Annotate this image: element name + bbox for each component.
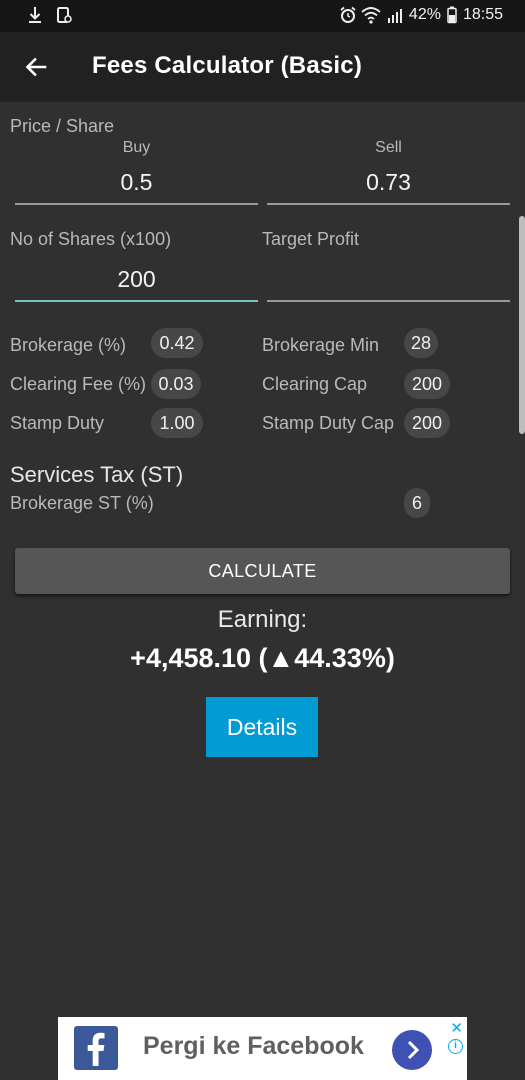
clearing-cap-input[interactable]: 200 [404,369,450,399]
battery-percent: 42% [408,6,441,23]
brokerage-min-input[interactable]: 28 [404,328,438,358]
scrollbar[interactable] [519,216,525,434]
ad-text: Pergi ke Facebook [143,1032,364,1060]
ad-banner[interactable]: Pergi ke Facebook ✕ i [58,1017,467,1080]
target-profit-input[interactable] [267,260,510,302]
clock: 18:55 [462,6,503,23]
brokerage-label: Brokerage (%) [10,335,127,355]
stamp-duty-cap-label: Stamp Duty Cap [262,413,395,433]
earning-value: +4,458.10 (▲44.33%) [130,643,395,673]
download-icon [28,6,44,24]
clearing-fee-input[interactable]: 0.03 [151,369,201,399]
arrow-left-icon [25,57,47,77]
sell-label: Sell [375,139,402,156]
stamp-duty-cap-input[interactable]: 200 [404,408,450,438]
price-share-label: Price / Share [10,116,115,136]
details-button[interactable]: Details [206,697,318,757]
brokerage-st-label: Brokerage ST (%) [10,493,154,513]
info-icon[interactable]: i [448,1039,463,1054]
back-button[interactable] [18,49,54,85]
battery-icon [447,6,457,24]
app-bar: Fees Calculator (Basic) [0,32,525,102]
brokerage-st-input[interactable]: 6 [404,488,430,518]
alarm-icon [339,6,356,24]
facebook-icon [74,1026,118,1070]
calculate-button[interactable]: CALCULATE [15,548,510,594]
close-icon[interactable]: ✕ [450,1019,463,1037]
clearing-fee-label: Clearing Fee (%) [10,374,147,394]
services-tax-title: Services Tax (ST) [10,462,184,487]
sell-price-input[interactable]: 0.73 [267,163,510,205]
signal-icon [387,6,403,24]
no-of-shares-label: No of Shares (x100) [10,229,172,249]
wifi-icon [361,6,381,24]
page-title: Fees Calculator (Basic) [92,52,363,79]
brokerage-input[interactable]: 0.42 [151,328,203,358]
stamp-duty-label: Stamp Duty [10,413,105,433]
chevron-right-icon[interactable] [392,1030,432,1070]
brokerage-min-label: Brokerage Min [262,335,380,355]
no-of-shares-input[interactable]: 200 [15,260,258,302]
earning-label: Earning: [217,606,308,633]
buy-label: Buy [122,139,151,156]
target-profit-label: Target Profit [262,229,360,249]
screenshot-icon [56,6,72,24]
status-bar: 42% 18:55 [0,0,525,32]
stamp-duty-input[interactable]: 1.00 [151,408,203,438]
clearing-cap-label: Clearing Cap [262,374,368,394]
buy-price-input[interactable]: 0.5 [15,163,258,205]
